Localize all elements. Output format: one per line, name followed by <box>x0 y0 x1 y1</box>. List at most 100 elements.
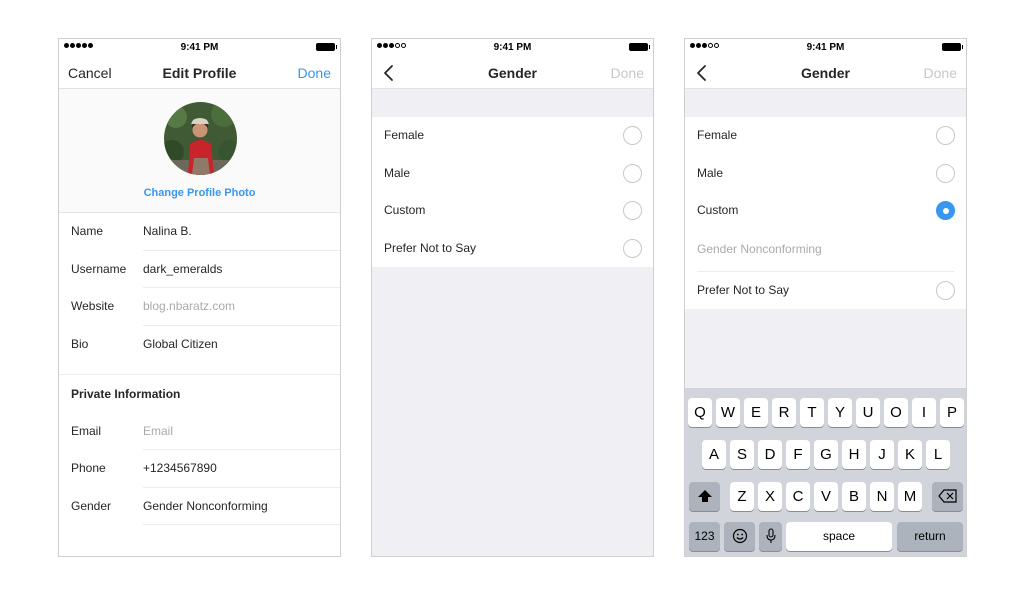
gender-option-prefer-not-to-say[interactable]: Prefer Not to Say <box>685 272 966 310</box>
done-button[interactable]: Done <box>298 65 331 81</box>
gender-option-custom[interactable]: Custom <box>685 192 966 230</box>
key-p[interactable]: P <box>940 398 964 427</box>
radio-button[interactable] <box>623 201 642 220</box>
battery-icon <box>942 43 963 51</box>
key-f[interactable]: F <box>786 440 810 469</box>
gender-option-male[interactable]: Male <box>685 155 966 193</box>
gender-screen: 9:41 PM Gender Done Female Male Custom P… <box>371 38 654 557</box>
option-label: Female <box>697 128 738 142</box>
radio-button[interactable] <box>623 238 642 258</box>
name-row[interactable]: Name Nalina B. <box>59 213 340 251</box>
key-m[interactable]: M <box>898 482 922 511</box>
gender-custom-screen: 9:41 PM Gender Done Female Male Custom P… <box>684 38 967 557</box>
keyboard: QWERTYUOIP ASDFGHJKL ZXCVBNM 123 space r… <box>685 388 966 556</box>
option-label: Male <box>384 165 411 180</box>
custom-gender-input-row <box>685 230 966 272</box>
section-title: Private Information <box>71 387 181 401</box>
private-information-header: Private Information <box>59 375 340 413</box>
status-time: 9:41 PM <box>493 42 532 53</box>
battery-icon <box>629 43 650 51</box>
key-i[interactable]: I <box>912 398 936 427</box>
key-n[interactable]: N <box>870 482 894 511</box>
back-chevron-icon[interactable] <box>381 64 397 82</box>
radio-button[interactable] <box>936 163 955 183</box>
return-key[interactable]: return <box>897 522 963 551</box>
numbers-key[interactable]: 123 <box>689 522 720 551</box>
option-label: Prefer Not to Say <box>697 282 790 297</box>
gender-option-female[interactable]: Female <box>372 117 653 155</box>
key-v[interactable]: V <box>814 482 838 511</box>
gender-options-list: Female Male Custom Prefer Not to Say <box>372 117 653 267</box>
key-j[interactable]: J <box>870 440 894 469</box>
key-l[interactable]: L <box>926 440 950 469</box>
back-chevron-icon[interactable] <box>694 64 710 82</box>
key-e[interactable]: E <box>744 398 768 427</box>
field-label: Phone <box>71 461 106 475</box>
key-y[interactable]: Y <box>828 398 852 427</box>
gender-option-prefer-not-to-say[interactable]: Prefer Not to Say <box>372 230 653 268</box>
keyboard-row-4: 123 space return <box>685 522 966 551</box>
phone-row[interactable]: Phone +1234567890 <box>59 450 340 488</box>
key-w[interactable]: W <box>716 398 740 427</box>
key-u[interactable]: U <box>856 398 880 427</box>
username-field[interactable]: dark_emeralds <box>143 262 222 276</box>
key-o[interactable]: O <box>884 398 908 427</box>
done-button[interactable]: Done <box>924 65 957 81</box>
radio-button[interactable] <box>623 163 642 183</box>
space-key[interactable]: space <box>786 522 892 551</box>
battery-icon <box>316 43 337 51</box>
key-z[interactable]: Z <box>730 482 754 511</box>
delete-key[interactable] <box>932 482 963 511</box>
custom-gender-input[interactable] <box>697 241 937 256</box>
key-g[interactable]: G <box>814 440 838 469</box>
email-row[interactable]: Email Email <box>59 413 340 451</box>
microphone-key[interactable] <box>759 522 782 551</box>
gender-option-female[interactable]: Female <box>685 117 966 155</box>
radio-button-selected[interactable] <box>936 201 955 220</box>
radio-button[interactable] <box>936 126 955 145</box>
bio-row[interactable]: Bio Global Citizen <box>59 326 340 364</box>
website-field[interactable]: blog.nbaratz.com <box>143 299 235 313</box>
username-row[interactable]: Username dark_emeralds <box>59 251 340 289</box>
nav-bar: Gender Done <box>372 57 653 89</box>
key-c[interactable]: C <box>786 482 810 511</box>
edit-profile-screen: 9:41 PM Cancel Edit Profile Done Change … <box>58 38 341 557</box>
key-x[interactable]: X <box>758 482 782 511</box>
key-d[interactable]: D <box>758 440 782 469</box>
keyboard-row-3: ZXCVBNM <box>685 482 966 511</box>
emoji-key[interactable] <box>724 522 755 551</box>
radio-button[interactable] <box>936 280 955 300</box>
gender-options-list: Female Male Custom Prefer Not to Say <box>685 117 966 309</box>
field-label: Email <box>71 423 102 438</box>
key-q[interactable]: Q <box>688 398 712 427</box>
nav-bar: Cancel Edit Profile Done <box>59 57 340 89</box>
change-profile-photo-link[interactable]: Change Profile Photo <box>59 187 340 199</box>
key-a[interactable]: A <box>702 440 726 469</box>
key-r[interactable]: R <box>772 398 796 427</box>
bio-field[interactable]: Global Citizen <box>143 337 218 351</box>
status-time: 9:41 PM <box>806 42 845 53</box>
name-field[interactable]: Nalina B. <box>143 224 192 238</box>
key-b[interactable]: B <box>842 482 866 511</box>
gender-row[interactable]: Gender Gender Nonconforming <box>59 488 340 526</box>
field-label: Gender <box>71 498 112 513</box>
avatar[interactable] <box>164 102 237 175</box>
shift-key[interactable] <box>689 482 720 511</box>
cancel-button[interactable]: Cancel <box>68 65 112 81</box>
profile-photo-section: Change Profile Photo <box>59 89 340 213</box>
key-k[interactable]: K <box>898 440 922 469</box>
website-row[interactable]: Website blog.nbaratz.com <box>59 288 340 326</box>
keyboard-row-1: QWERTYUOIP <box>685 398 966 427</box>
radio-button[interactable] <box>623 126 642 145</box>
option-label: Prefer Not to Say <box>384 240 477 255</box>
key-t[interactable]: T <box>800 398 824 427</box>
key-h[interactable]: H <box>842 440 866 469</box>
field-label: Bio <box>71 336 89 351</box>
gender-field[interactable]: Gender Nonconforming <box>143 499 268 513</box>
gender-option-male[interactable]: Male <box>372 155 653 193</box>
email-field[interactable]: Email <box>143 424 173 438</box>
gender-option-custom[interactable]: Custom <box>372 192 653 230</box>
key-s[interactable]: S <box>730 440 754 469</box>
phone-field[interactable]: +1234567890 <box>143 461 217 475</box>
done-button[interactable]: Done <box>611 65 644 81</box>
